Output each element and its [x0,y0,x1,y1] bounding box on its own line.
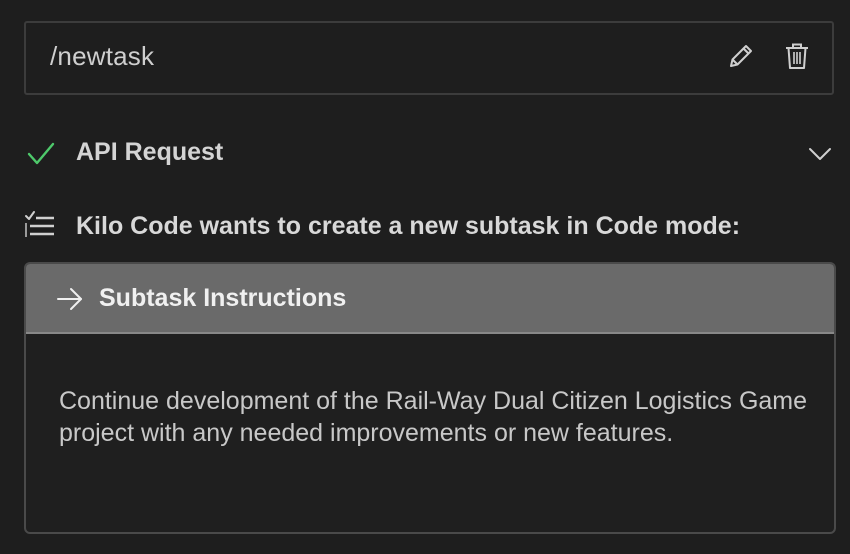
trash-icon [783,41,811,76]
edit-button[interactable] [724,41,758,75]
checkmark-icon [26,140,56,173]
arrow-right-icon [56,287,84,316]
command-message-box: /newtask [24,21,834,95]
card-header[interactable]: Subtask Instructions [26,264,834,334]
chevron-down-icon[interactable] [806,140,834,168]
api-request-label: API Request [76,138,224,166]
subtask-instructions-card: Subtask Instructions Continue developmen… [24,262,836,534]
card-title: Subtask Instructions [99,284,347,312]
delete-button[interactable] [780,41,814,75]
subtask-heading: Kilo Code wants to create a new subtask … [24,205,836,249]
pencil-icon [726,41,756,76]
checklist-icon [24,209,56,246]
subtask-heading-text: Kilo Code wants to create a new subtask … [76,212,741,240]
chat-panel: /newtask API Request Kilo Code wants to … [0,0,850,554]
api-request-row[interactable]: API Request [24,132,836,176]
subtask-instructions-text: Continue development of the Rail-Way Dua… [59,387,808,447]
command-text: /newtask [50,41,155,71]
